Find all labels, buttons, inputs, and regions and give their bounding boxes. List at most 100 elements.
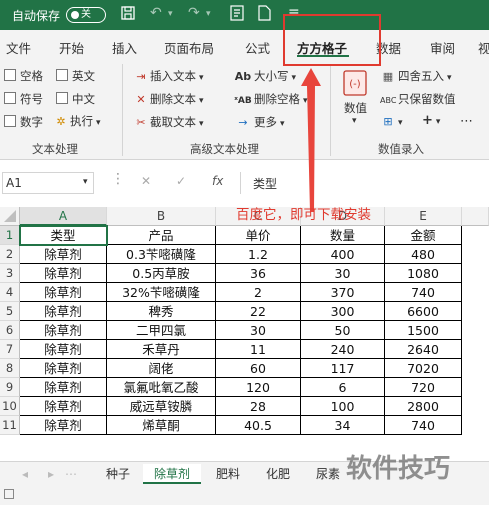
- row-header[interactable]: 4: [0, 283, 20, 302]
- table-cell[interactable]: 100: [301, 397, 385, 416]
- row-header[interactable]: 8: [0, 359, 20, 378]
- undo-icon[interactable]: ↶: [150, 5, 162, 21]
- table-cell[interactable]: 740: [385, 416, 462, 435]
- table-cell[interactable]: 除草剂: [20, 283, 107, 302]
- tab-formulas[interactable]: 公式: [245, 38, 270, 57]
- grip-icon[interactable]: ⋮: [111, 171, 125, 187]
- table-cell[interactable]: 7020: [385, 359, 462, 378]
- table-cell[interactable]: 阔佬: [107, 359, 216, 378]
- sheet-tab-urea[interactable]: 尿素: [305, 464, 351, 484]
- checkbox-chinese[interactable]: 中文: [56, 91, 95, 107]
- sheet-tab-herbicide[interactable]: 除草剂: [143, 464, 201, 484]
- table-cell[interactable]: 2640: [385, 340, 462, 359]
- table-edit-button[interactable]: ⊞ ▾: [380, 114, 402, 128]
- checkbox-symbol[interactable]: 符号: [4, 91, 43, 107]
- table-cell[interactable]: 2800: [385, 397, 462, 416]
- formula-input[interactable]: 类型: [240, 172, 489, 194]
- delete-text-button[interactable]: ✕ 删除文本 ▾: [134, 91, 203, 107]
- table-cell[interactable]: 30: [301, 264, 385, 283]
- table-cell[interactable]: 0.5丙草胺: [107, 264, 216, 283]
- add-button[interactable]: + ▾: [422, 113, 440, 128]
- more-options-icon[interactable]: ⋯: [460, 114, 473, 129]
- table-cell[interactable]: 0.3苄嘧磺隆: [107, 245, 216, 264]
- table-cell[interactable]: 除草剂: [20, 359, 107, 378]
- sheet-tab-chemical-fertilizer[interactable]: 化肥: [255, 464, 301, 484]
- table-cell[interactable]: 烯草酮: [107, 416, 216, 435]
- table-header-cell[interactable]: 金额: [385, 226, 462, 245]
- table-cell[interactable]: 1500: [385, 321, 462, 340]
- table-cell[interactable]: 除草剂: [20, 378, 107, 397]
- tab-file[interactable]: 文件: [6, 38, 31, 57]
- column-header-e[interactable]: E: [385, 207, 462, 226]
- more-button[interactable]: → 更多 ▾: [234, 114, 284, 130]
- table-cell[interactable]: 117: [301, 359, 385, 378]
- insert-function-button[interactable]: fx: [212, 174, 223, 188]
- select-all-corner[interactable]: [0, 207, 20, 226]
- row-header[interactable]: 6: [0, 321, 20, 340]
- table-cell[interactable]: 除草剂: [20, 245, 107, 264]
- table-cell[interactable]: 480: [385, 245, 462, 264]
- table-cell[interactable]: 240: [301, 340, 385, 359]
- redo-dropdown-icon[interactable]: ▾: [206, 9, 211, 19]
- table-cell[interactable]: 300: [301, 302, 385, 321]
- confirm-icon[interactable]: ✓: [176, 174, 186, 188]
- new-file-icon[interactable]: [258, 5, 271, 25]
- table-cell[interactable]: 除草剂: [20, 416, 107, 435]
- checkbox-english[interactable]: 英文: [56, 68, 95, 84]
- chevron-down-icon[interactable]: ▾: [352, 116, 357, 126]
- table-cell[interactable]: 除草剂: [20, 397, 107, 416]
- format-icon[interactable]: [230, 5, 244, 25]
- name-box[interactable]: A1 ▾: [2, 172, 94, 194]
- tab-home[interactable]: 开始: [59, 38, 84, 57]
- table-cell[interactable]: 2: [216, 283, 301, 302]
- next-sheet-icon[interactable]: ▸: [44, 464, 58, 484]
- checkbox-number[interactable]: 数字: [4, 114, 43, 130]
- prev-sheet-icon[interactable]: ◂: [18, 464, 32, 484]
- table-cell[interactable]: 6600: [385, 302, 462, 321]
- table-cell[interactable]: 除草剂: [20, 340, 107, 359]
- cancel-icon[interactable]: ✕: [141, 174, 151, 188]
- table-cell[interactable]: 1.2: [216, 245, 301, 264]
- table-header-cell[interactable]: 单价: [216, 226, 301, 245]
- sheet-tab-seeds[interactable]: 种子: [93, 464, 143, 484]
- more-sheets-icon[interactable]: ⋯: [64, 464, 78, 484]
- row-header[interactable]: 10: [0, 397, 20, 416]
- row-header[interactable]: 5: [0, 302, 20, 321]
- table-cell[interactable]: 40.5: [216, 416, 301, 435]
- table-cell[interactable]: 50: [301, 321, 385, 340]
- row-header[interactable]: 2: [0, 245, 20, 264]
- table-cell[interactable]: 除草剂: [20, 302, 107, 321]
- tab-page-layout[interactable]: 页面布局: [164, 38, 214, 57]
- table-cell[interactable]: 威远草铵膦: [107, 397, 216, 416]
- table-cell[interactable]: 禾草丹: [107, 340, 216, 359]
- sheet-tab-fertilizer[interactable]: 肥料: [205, 464, 251, 484]
- table-cell[interactable]: 1080: [385, 264, 462, 283]
- table-cell[interactable]: 60: [216, 359, 301, 378]
- round-button[interactable]: ▦ 四舍五入 ▾: [380, 68, 452, 84]
- table-cell[interactable]: 稗秀: [107, 302, 216, 321]
- table-cell[interactable]: 370: [301, 283, 385, 302]
- table-cell[interactable]: 6: [301, 378, 385, 397]
- undo-dropdown-icon[interactable]: ▾: [168, 9, 173, 19]
- extract-text-button[interactable]: ✂ 截取文本 ▾: [134, 114, 203, 130]
- table-cell[interactable]: 34: [301, 416, 385, 435]
- table-cell[interactable]: 740: [385, 283, 462, 302]
- column-header-a[interactable]: A: [20, 207, 107, 226]
- table-cell[interactable]: 32%苄嘧磺隆: [107, 283, 216, 302]
- execute-button[interactable]: ✲ 执行 ▾: [54, 113, 100, 129]
- autosave-toggle[interactable]: 关: [66, 7, 106, 23]
- table-header-cell[interactable]: 数量: [301, 226, 385, 245]
- chevron-down-icon[interactable]: ▾: [83, 177, 88, 187]
- table-cell[interactable]: 除草剂: [20, 321, 107, 340]
- save-icon[interactable]: [120, 5, 136, 25]
- tab-view[interactable]: 视: [478, 38, 489, 57]
- row-header[interactable]: 3: [0, 264, 20, 283]
- table-cell[interactable]: 22: [216, 302, 301, 321]
- column-header-extra[interactable]: [462, 207, 489, 226]
- tab-review[interactable]: 审阅: [430, 38, 455, 57]
- row-header[interactable]: 7: [0, 340, 20, 359]
- column-header-b[interactable]: B: [107, 207, 216, 226]
- table-cell[interactable]: 氯氟吡氧乙酸: [107, 378, 216, 397]
- table-cell[interactable]: 28: [216, 397, 301, 416]
- value-icon[interactable]: (-): [343, 70, 367, 99]
